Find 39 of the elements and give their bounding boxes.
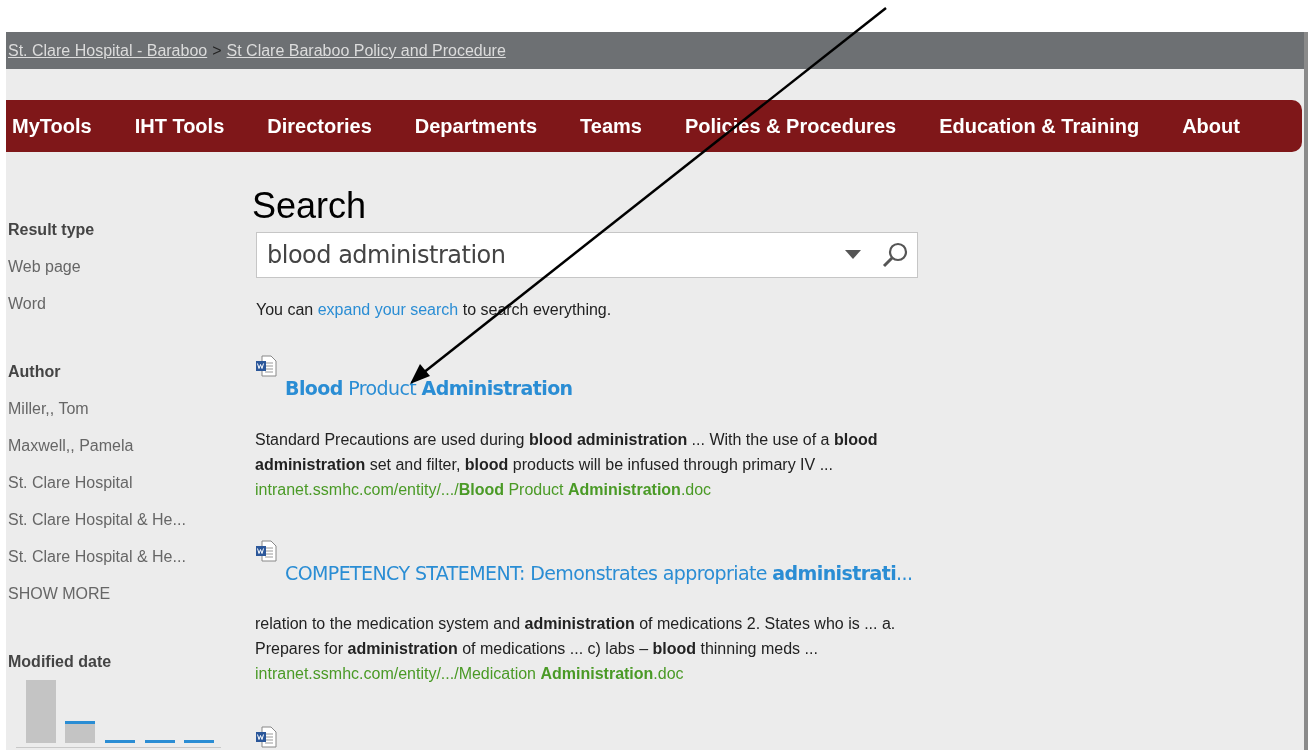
nav-item[interactable]: Departments <box>414 111 538 141</box>
nav-item[interactable]: Education & Training <box>939 111 1140 141</box>
histogram-marker <box>184 740 214 743</box>
result-url[interactable]: intranet.ssmhc.com/entity/.../Medication Administration.doc <box>255 661 932 686</box>
refiner-option[interactable]: St. Clare Hospital & He... <box>8 508 252 532</box>
breadcrumb-link[interactable]: St Clare Baraboo Policy and Procedure <box>226 38 506 63</box>
nav-item[interactable]: Teams <box>580 111 642 141</box>
refiner-option[interactable]: Web page <box>8 255 252 279</box>
refiner-heading: Author <box>8 362 62 382</box>
refiner-option[interactable]: Maxwell,, Pamela <box>8 434 252 458</box>
histogram-marker <box>145 740 175 743</box>
show-more-link[interactable]: SHOW MORE <box>8 582 252 606</box>
word-document-icon <box>255 539 277 562</box>
search-title: Search <box>252 186 368 226</box>
histogram-marker <box>105 740 135 743</box>
breadcrumb-link[interactable]: St. Clare Hospital - Baraboo <box>8 38 208 63</box>
histogram-marker <box>65 721 95 724</box>
nav-item[interactable]: MyTools <box>12 111 92 141</box>
result-snippet: relation to the medication system and administration of medications 2. States who is ... a. Prepares for administration of medications ... c) labs – blood thinning meds ... <box>255 614 897 659</box>
dropdown-caret-icon[interactable] <box>845 250 861 260</box>
refiner-option[interactable]: Word <box>8 292 252 316</box>
result-title-link[interactable]: COMPETENCY STATEMENT: Demonstrates appropriate administrati... <box>285 558 932 587</box>
search-box[interactable]: blood administration <box>256 232 918 278</box>
nav-item[interactable]: Policies & Procedures <box>684 111 897 141</box>
search-icon[interactable] <box>881 241 909 269</box>
nav-item[interactable]: Directories <box>267 111 372 141</box>
result-url[interactable]: intranet.ssmhc.com/entity/.../Blood Product Administration.doc <box>255 476 932 502</box>
result-title-link[interactable]: Blood Product Administration <box>285 374 932 403</box>
refiner-option[interactable]: St. Clare Hospital & He... <box>8 545 252 569</box>
nav-item[interactable]: IHT Tools <box>134 111 225 141</box>
refiner-heading: Result type <box>8 220 96 240</box>
refiner-heading: Modified date <box>8 652 113 672</box>
breadcrumb-separator: > <box>212 40 222 61</box>
refiner-option[interactable]: St. Clare Hospital <box>8 471 252 495</box>
expand-search-link[interactable]: expand your search <box>317 301 459 318</box>
word-document-icon <box>255 355 277 377</box>
nav-item[interactable]: About <box>1182 111 1240 141</box>
result-snippet: Standard Precautions are used during blood administration ... With the use of a blood administration set and filter, blood products will be infused through primary IV ... <box>255 429 879 475</box>
refiner-option[interactable]: Miller,, Tom <box>8 397 252 421</box>
